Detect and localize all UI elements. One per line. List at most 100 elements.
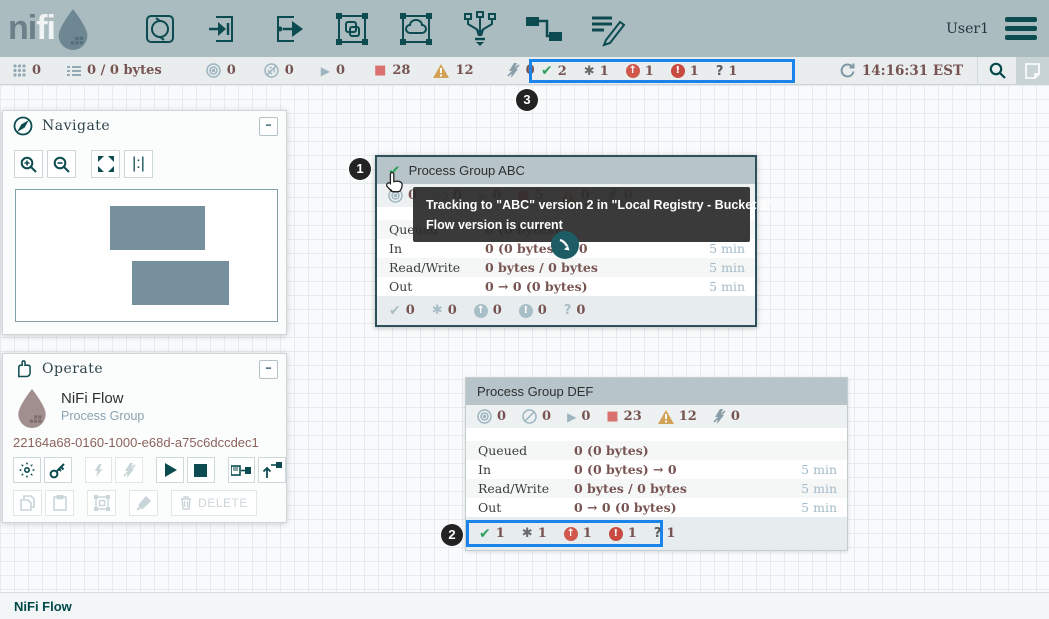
- operate-title: Operate: [42, 361, 103, 377]
- active-threads-icon: [13, 64, 26, 77]
- arrow-down-right-icon: [558, 238, 572, 252]
- up-to-date-icon: ✔: [541, 63, 553, 79]
- navigate-title: Navigate: [42, 118, 110, 134]
- minimap-component: [132, 261, 229, 305]
- stat-row-in: In0 (0 bytes) → 05 min: [466, 460, 847, 479]
- hand-icon: [13, 359, 33, 379]
- queued-icon: [67, 65, 81, 77]
- paste-button[interactable]: [45, 490, 74, 516]
- locally-modified-icon: ✱: [432, 303, 443, 318]
- not-transmitting-icon: [522, 409, 537, 424]
- sync-failure-icon: ?: [564, 303, 572, 318]
- last-refreshed-time: 14:16:31 EST: [862, 63, 963, 79]
- processor-icon[interactable]: [140, 9, 180, 49]
- process-group-def[interactable]: Process Group DEF 0 0 ▶0 ■23 12 0 Queued…: [465, 377, 848, 551]
- stale-icon: ↑: [626, 64, 640, 78]
- zoom-fit-button[interactable]: [91, 150, 120, 178]
- locally-modified-stale-icon: !: [671, 64, 685, 78]
- upload-template-button[interactable]: [258, 457, 286, 483]
- nifi-drop-icon: [55, 8, 91, 50]
- navigate-collapse-button[interactable]: –: [259, 117, 278, 136]
- input-port-icon[interactable]: [204, 9, 244, 49]
- locally-modified-status: ✱1: [584, 64, 609, 79]
- tooltip-line-1: Tracking to "ABC" version 2 in "Local Re…: [426, 195, 737, 215]
- invalid-status: 12: [433, 63, 473, 78]
- breadcrumb[interactable]: NiFi Flow: [14, 599, 72, 614]
- zoom-in-button[interactable]: [14, 150, 43, 178]
- operate-collapse-button[interactable]: –: [259, 360, 278, 379]
- operate-palette: Operate – NiFi Flow Process Group 22164a…: [2, 353, 287, 523]
- minimap-component: [110, 206, 205, 250]
- process-group-def-version-states: ✔1 ✱1 ↑1 !1 ?1: [466, 517, 847, 550]
- process-group-def-header[interactable]: Process Group DEF: [466, 378, 847, 405]
- up-to-date-status: ✔2: [541, 63, 567, 79]
- running-icon: ▶: [321, 64, 330, 78]
- funnel-icon[interactable]: [460, 9, 500, 49]
- current-user-label[interactable]: User1: [946, 21, 989, 37]
- locally-modified-stale-status: !1: [671, 64, 699, 79]
- stale-status: ↑1: [626, 64, 654, 79]
- locally-modified-icon: ✱: [522, 526, 533, 541]
- version-states-highlight-box: ✔2 ✱1 ↑1 !1 ?1: [529, 59, 795, 83]
- nifi-logo: nifi: [8, 8, 126, 50]
- group-button[interactable]: [87, 490, 116, 516]
- disabled-icon: [507, 63, 520, 78]
- active-threads-status: 0: [13, 63, 41, 78]
- tooltip-line-2: Flow version is current: [426, 215, 737, 235]
- access-policies-button[interactable]: [44, 457, 72, 483]
- status-bar: 0 0 / 0 bytes 0 0 ▶ 0 ■ 28 12 0 ✔2 ✱1 ↑1: [0, 57, 1049, 85]
- global-menu-icon[interactable]: [1005, 17, 1037, 40]
- remote-process-group-icon[interactable]: [396, 9, 436, 49]
- process-group-abc-version-states: ✔0 ✱0 ↑0 !0 ?0: [377, 296, 755, 325]
- annotation-arrow-circle: [551, 231, 579, 259]
- disabled-icon: [713, 409, 726, 424]
- breadcrumb-bar: NiFi Flow: [0, 592, 1049, 619]
- stop-button[interactable]: [187, 457, 215, 483]
- output-port-icon[interactable]: [268, 9, 308, 49]
- sync-failure-status: ?1: [716, 64, 738, 79]
- compass-icon: [13, 116, 33, 136]
- search-button[interactable]: [978, 57, 1016, 84]
- side-panel-toggle-button[interactable]: [1016, 57, 1049, 84]
- process-group-def-stats: 0 0 ▶0 ■23 12 0: [466, 405, 847, 428]
- running-icon: ▶: [567, 410, 576, 424]
- process-group-abc-header[interactable]: ✔ Process Group ABC: [377, 157, 755, 184]
- version-tooltip: Tracking to "ABC" version 2 in "Local Re…: [413, 187, 750, 242]
- annotation-badge-1: 1: [349, 158, 371, 180]
- locally-modified-stale-icon: !: [609, 527, 623, 541]
- disable-button[interactable]: [115, 457, 143, 483]
- not-transmitting-icon: [264, 63, 279, 78]
- birdseye-minimap[interactable]: [15, 189, 278, 322]
- process-group-drop-icon: [15, 388, 49, 428]
- save-template-button[interactable]: [228, 457, 256, 483]
- search-icon: [989, 62, 1006, 79]
- process-group-icon[interactable]: [332, 9, 372, 49]
- enable-button[interactable]: [85, 457, 113, 483]
- label-icon[interactable]: [588, 9, 628, 49]
- transmitting-icon: [477, 409, 492, 424]
- start-button[interactable]: [156, 457, 184, 483]
- refresh-status[interactable]: 14:16:31 EST: [840, 63, 963, 79]
- page-icon: [1025, 63, 1040, 79]
- stopped-status: ■ 28: [374, 63, 410, 78]
- process-group-def-title: Process Group DEF: [477, 384, 593, 399]
- sync-failure-icon: ?: [654, 526, 662, 541]
- annotation-badge-2: 2: [441, 524, 463, 546]
- invalid-icon: [658, 410, 674, 424]
- up-to-date-icon: ✔: [479, 526, 491, 542]
- locally-modified-stale-icon: !: [519, 304, 533, 318]
- stat-row-out: Out0 → 0 (0 bytes)5 min: [466, 498, 847, 517]
- copy-button[interactable]: [13, 490, 42, 516]
- selected-flow-name: NiFi Flow: [61, 390, 144, 407]
- template-icon[interactable]: [524, 9, 564, 49]
- annotation-badge-3: 3: [516, 89, 538, 111]
- zoom-actual-size-button[interactable]: |:|: [124, 150, 153, 178]
- zoom-out-button[interactable]: [47, 150, 76, 178]
- refresh-icon[interactable]: [840, 63, 855, 78]
- configuration-button[interactable]: [13, 457, 41, 483]
- delete-button[interactable]: DELETE: [171, 490, 257, 516]
- stat-row-readwrite: Read/Write0 bytes / 0 bytes5 min: [377, 258, 755, 277]
- top-toolbar: nifi User1: [0, 0, 1049, 57]
- delete-button-label: DELETE: [198, 496, 248, 510]
- color-button[interactable]: [129, 490, 158, 516]
